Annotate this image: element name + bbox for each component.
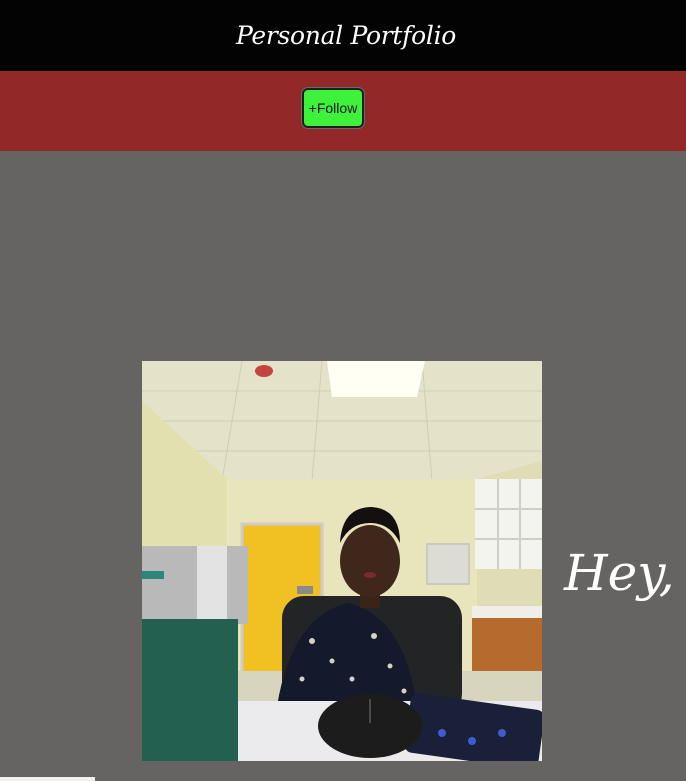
follow-button[interactable]: +Follow <box>302 88 364 128</box>
site-header: Personal Portfolio <box>0 0 686 71</box>
site-title: Personal Portfolio <box>235 21 457 50</box>
hero-greeting: Hey, I <box>564 544 686 602</box>
page: Personal Portfolio +Follow Hey, <box>0 0 686 781</box>
follow-bar: +Follow <box>0 71 686 151</box>
profile-photo <box>142 361 542 761</box>
bottom-strip <box>0 777 95 781</box>
